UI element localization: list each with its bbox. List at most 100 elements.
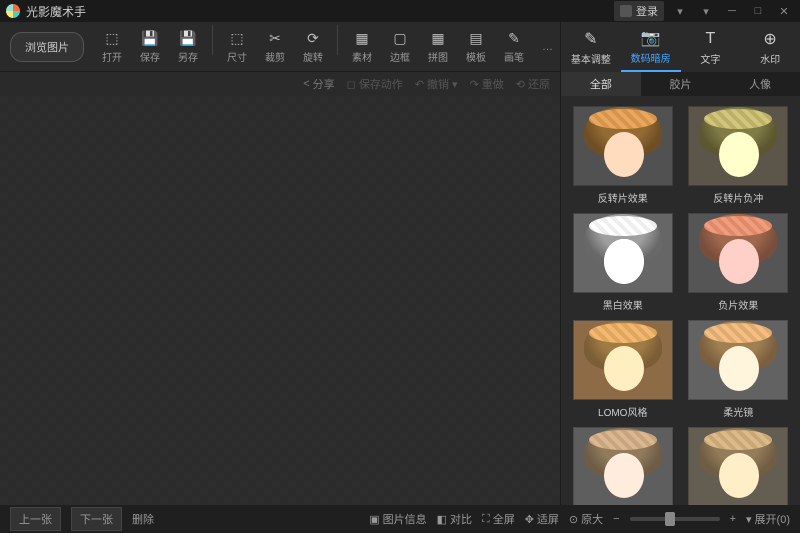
toolbar-separator — [212, 25, 213, 55]
original-size-button[interactable]: ⊙原大 — [569, 511, 603, 527]
basic-icon: ✎ — [581, 29, 601, 49]
tool-border[interactable]: ▢边框 — [382, 25, 418, 69]
tool-label: 旋转 — [303, 49, 323, 64]
filter-tabs: 全部胶片人像 — [561, 72, 800, 96]
effect-soft[interactable]: 柔光镜 — [685, 320, 793, 419]
compare-icon: ◧ — [437, 513, 447, 526]
effect-thumb — [573, 213, 673, 293]
right-tab-darkroom[interactable]: 📷 数码暗房 — [621, 22, 681, 72]
app-logo-icon — [6, 4, 20, 18]
effect-negfilm[interactable]: 反转片负冲 — [685, 106, 793, 205]
collage-icon: ▦ — [429, 29, 447, 47]
canvas-area: <分享 ◻保存动作 ↶撤销▾ ↷重做 ⟲还原 — [0, 72, 560, 505]
effect-bw[interactable]: 黑白效果 — [569, 213, 677, 312]
tool-material[interactable]: ▦素材 — [344, 25, 380, 69]
theme-dropdown-button[interactable]: ▾ — [696, 3, 716, 19]
effect-reversal[interactable]: 反转片效果 — [569, 106, 677, 205]
undo-button[interactable]: ↶撤销▾ — [415, 76, 458, 92]
tab-label: 基本调整 — [571, 51, 611, 66]
settings-dropdown-button[interactable]: ▾ — [670, 3, 690, 19]
tool-collage[interactable]: ▦ 拼图 — [420, 25, 456, 69]
restore-button[interactable]: ⟲还原 — [516, 76, 550, 92]
fit-button[interactable]: ✥适屏 — [525, 511, 559, 527]
statusbar: 上一张 下一张 删除 ▣图片信息 ◧对比 ⛶全屏 ✥适屏 ⊙原大 − + ▾展开… — [0, 505, 800, 533]
effect-lomo[interactable]: LOMO风格 — [569, 320, 677, 419]
tab-label: 数码暗房 — [631, 50, 671, 65]
effect-name: 反转片负冲 — [713, 190, 763, 205]
effect-negative[interactable]: 负片效果 — [685, 213, 793, 312]
tool-rotate[interactable]: ⟳旋转 — [295, 25, 331, 69]
zoom-slider[interactable] — [630, 517, 720, 521]
right-tabs: ✎ 基本调整 📷 数码暗房 T文字⊕水印 — [560, 22, 800, 72]
tool-save[interactable]: 💾保存 — [132, 25, 168, 69]
close-button[interactable]: ✕ — [774, 3, 794, 19]
prev-button[interactable]: 上一张 — [10, 507, 61, 531]
tool-size[interactable]: ⬚尺寸 — [219, 25, 255, 69]
tool-brush[interactable]: ✎ 画笔 — [496, 25, 532, 69]
right-tab-watermark[interactable]: ⊕水印 — [740, 22, 800, 72]
minimize-button[interactable]: ─ — [722, 3, 742, 19]
tab-label: 文字 — [700, 51, 720, 66]
tool-label: 另存 — [178, 49, 198, 64]
login-label: 登录 — [636, 3, 658, 19]
effect-thumb — [573, 427, 673, 505]
effect-thumb — [688, 213, 788, 293]
template-icon: ▤ — [467, 29, 485, 47]
titlebar: 光影魔术手 登录 ▾ ▾ ─ □ ✕ — [0, 0, 800, 22]
browse-button[interactable]: 浏览图片 — [10, 32, 84, 62]
login-button[interactable]: 登录 — [614, 1, 664, 21]
toolbar-separator — [337, 25, 338, 55]
right-tab-text[interactable]: T文字 — [681, 22, 741, 72]
zoom-out-icon[interactable]: − — [613, 513, 619, 525]
brush-icon: ✎ — [505, 29, 523, 47]
save-action-button[interactable]: ◻保存动作 — [347, 76, 403, 92]
effect-thumb — [688, 106, 788, 186]
expand-button[interactable]: ▾展开(0) — [746, 511, 790, 527]
delete-button[interactable]: 删除 — [132, 511, 154, 527]
next-button[interactable]: 下一张 — [71, 507, 122, 531]
fit-icon: ✥ — [525, 513, 534, 526]
redo-icon: ↷ — [470, 78, 479, 91]
material-icon: ▦ — [353, 29, 371, 47]
tool-saveas[interactable]: 💾 另存 — [170, 25, 206, 69]
border-icon: ▢ — [391, 29, 409, 47]
restore-icon: ⟲ — [516, 78, 525, 91]
filter-tab-all[interactable]: 全部 — [561, 72, 641, 96]
maximize-button[interactable]: □ — [748, 3, 768, 19]
tool-open[interactable]: ⬚打开 — [94, 25, 130, 69]
tool-crop[interactable]: ✂裁剪 — [257, 25, 293, 69]
info-icon: ▣ — [369, 513, 379, 526]
canvas-action-bar: <分享 ◻保存动作 ↶撤销▾ ↷重做 ⟲还原 — [0, 72, 560, 96]
fullscreen-icon: ⛶ — [482, 513, 490, 526]
undo-icon: ↶ — [415, 78, 424, 91]
size-icon: ⬚ — [228, 29, 246, 47]
filter-tab-portrait[interactable]: 人像 — [720, 72, 800, 96]
effect-x1[interactable] — [569, 427, 677, 505]
original-icon: ⊙ — [569, 513, 578, 526]
tool-label: 拼图 — [428, 49, 448, 64]
compare-button[interactable]: ◧对比 — [437, 511, 472, 527]
more-tools-button[interactable]: … — [534, 41, 561, 53]
saveas-icon: 💾 — [179, 29, 197, 47]
filter-tab-film[interactable]: 胶片 — [641, 72, 721, 96]
effect-x2[interactable] — [685, 427, 793, 505]
zoom-in-icon[interactable]: + — [730, 513, 736, 525]
share-button[interactable]: <分享 — [303, 76, 334, 92]
fullscreen-button[interactable]: ⛶全屏 — [482, 511, 515, 527]
redo-button[interactable]: ↷重做 — [470, 76, 504, 92]
watermark-icon: ⊕ — [760, 29, 780, 49]
share-icon: < — [303, 78, 309, 90]
tool-label: 裁剪 — [265, 49, 285, 64]
zoom-slider-thumb[interactable] — [665, 512, 675, 526]
right-tab-basic[interactable]: ✎ 基本调整 — [561, 22, 621, 72]
effect-name: 柔光镜 — [723, 404, 753, 419]
effect-thumb — [573, 106, 673, 186]
tool-template[interactable]: ▤ 模板 — [458, 25, 494, 69]
darkroom-icon: 📷 — [641, 28, 661, 48]
app-title: 光影魔术手 — [26, 3, 86, 20]
image-info-button[interactable]: ▣图片信息 — [369, 511, 426, 527]
tool-label: 画笔 — [504, 49, 524, 64]
chevron-down-icon: ▾ — [746, 513, 752, 526]
tool-label: 模板 — [466, 49, 486, 64]
effect-name: 黑白效果 — [603, 297, 643, 312]
